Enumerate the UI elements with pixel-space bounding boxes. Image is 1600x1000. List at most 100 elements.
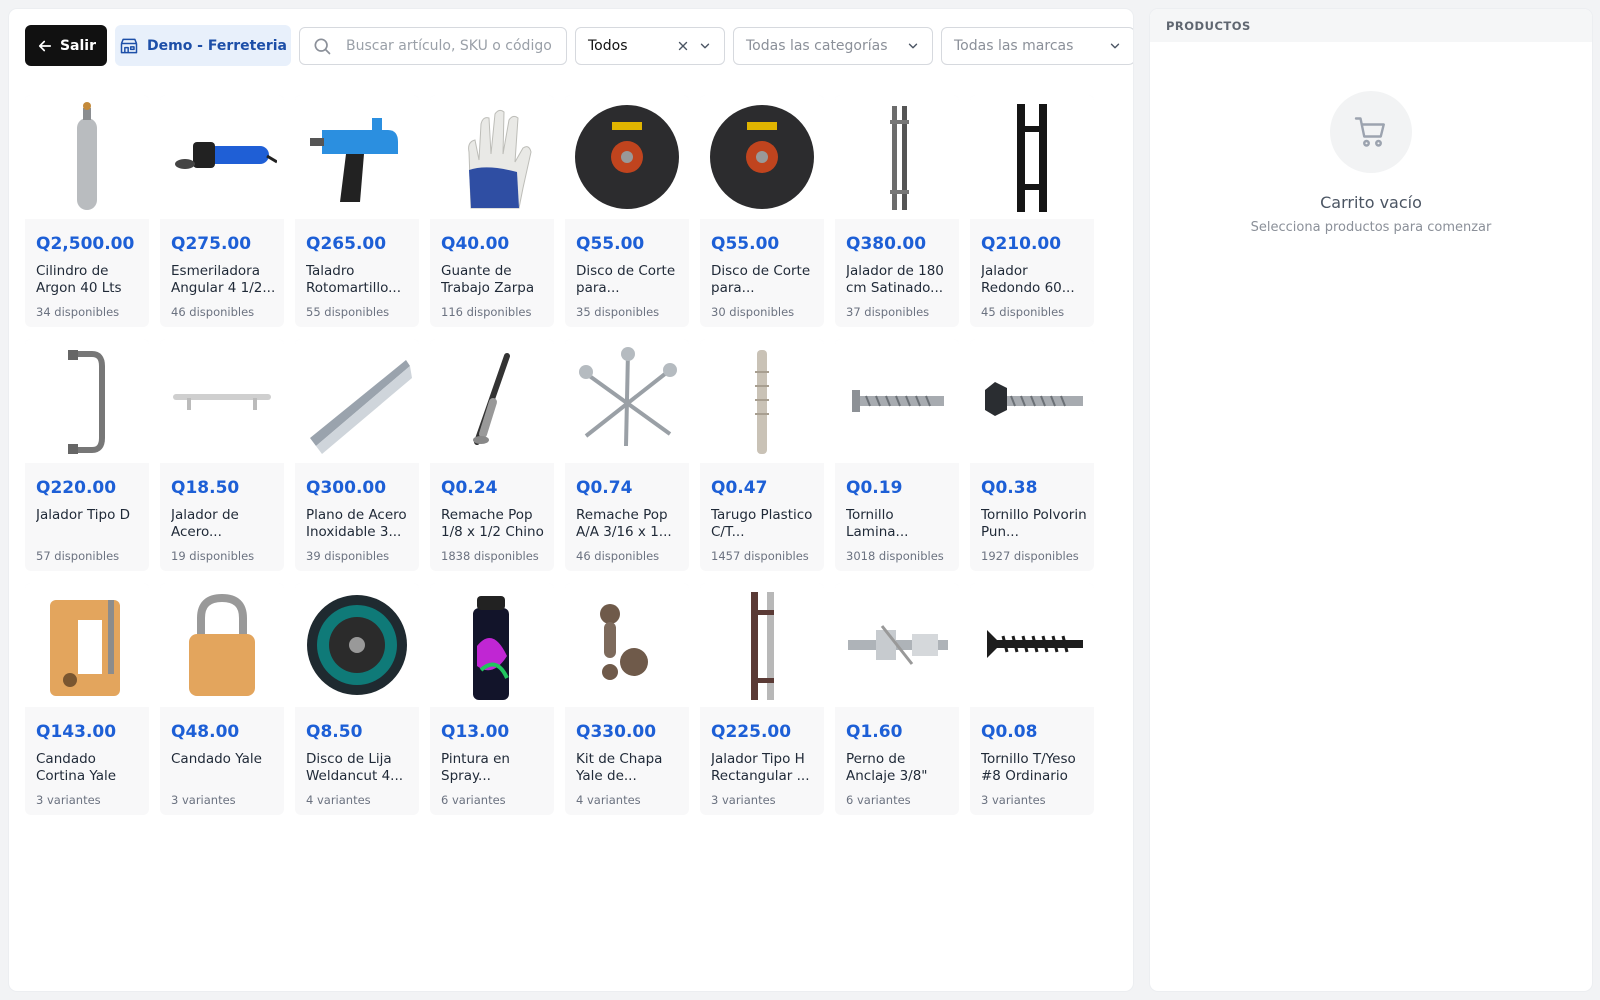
product-image xyxy=(25,95,149,219)
shutter-padlock-icon xyxy=(50,600,120,696)
store-icon xyxy=(120,38,138,53)
product-name: Disco de Corte para... xyxy=(711,263,811,296)
flap-disc-icon xyxy=(307,595,407,695)
product-card[interactable]: Q55.00 Disco de Corte para... 35 disponibl… xyxy=(565,95,689,327)
product-price: Q225.00 xyxy=(711,722,792,742)
product-card[interactable]: Q2,500.00 Cilindro de Argon 40 Lts 34 disp… xyxy=(25,95,149,327)
product-stock: 45 disponibles xyxy=(981,305,1065,319)
product-card[interactable]: Q300.00 Plano de Acero Inoxidable 3... 39 … xyxy=(295,339,419,571)
chevron-down-icon xyxy=(908,43,918,48)
brand-select[interactable]: Todas las marcas xyxy=(941,26,1133,65)
product-card[interactable]: Q40.00 Guante de Trabajo Zarpa 116 disponi… xyxy=(430,95,554,327)
search-input[interactable] xyxy=(346,37,554,54)
product-card[interactable]: Q265.00 Taladro Rotomartillo... 55 disponi… xyxy=(295,95,419,327)
product-card[interactable]: Q275.00 Esmeriladora Angular 4 1/2... 46 d… xyxy=(160,95,284,327)
store-selector[interactable]: Demo - Ferreteria xyxy=(115,25,291,66)
product-image xyxy=(700,95,824,219)
cutting-disc-icon xyxy=(575,105,679,209)
product-stock: 4 variantes xyxy=(576,793,641,807)
product-name: Disco de Lija Weldancut 4... xyxy=(306,751,404,784)
product-card[interactable]: Q0.47 Tarugo Plastico C/T... 1457 disponib… xyxy=(700,339,824,571)
product-card[interactable]: Q380.00 Jalador de 180 cm Satinado... 37 d… xyxy=(835,95,959,327)
arrow-left-icon xyxy=(38,40,52,51)
product-name: Disco de Corte para... xyxy=(576,263,676,296)
product-image xyxy=(565,583,689,707)
product-card[interactable]: Q210.00 Jalador Redondo 60... 45 disponibl… xyxy=(970,95,1094,327)
sheet-screw-icon xyxy=(852,390,944,412)
exit-button[interactable]: Salir xyxy=(25,25,107,66)
product-price: Q300.00 xyxy=(306,478,387,498)
clear-icon[interactable] xyxy=(676,39,690,53)
product-price: Q220.00 xyxy=(36,478,117,498)
rivet-icon xyxy=(473,353,510,445)
rivets-icon xyxy=(579,347,677,447)
product-stock: 46 disponibles xyxy=(171,305,255,319)
product-stock: 57 disponibles xyxy=(36,549,120,563)
angle-grinder-icon xyxy=(175,142,277,169)
product-image xyxy=(835,339,959,463)
product-card[interactable]: Q0.38 Tornillo Polvorin Pun... 1927 dispon… xyxy=(970,339,1094,571)
store-name: Demo - Ferreteria xyxy=(146,37,287,54)
search-box xyxy=(299,26,567,65)
drill-icon xyxy=(310,118,398,202)
wall-plug-icon xyxy=(755,350,769,454)
product-stock: 6 variantes xyxy=(846,793,911,807)
product-panel: Salir Demo - Ferreteria Todos Todas las … xyxy=(9,9,1133,991)
product-name: Jalador Tipo D xyxy=(36,507,131,523)
product-price: Q40.00 xyxy=(441,234,510,254)
lock-kit-icon xyxy=(600,604,648,680)
product-card[interactable]: Q55.00 Disco de Corte para... 30 disponibl… xyxy=(700,95,824,327)
cart-icon-container xyxy=(1330,91,1412,173)
product-name: Candado Yale xyxy=(171,751,262,767)
product-image xyxy=(430,583,554,707)
product-card[interactable]: Q0.74 Remache Pop A/A 3/16 x 1... 46 dispo… xyxy=(565,339,689,571)
product-card[interactable]: Q1.60 Perno de Anclaje 3/8" 6 variantes xyxy=(835,583,959,815)
product-card[interactable]: Q18.50 Jalador de Acero... 19 disponibles xyxy=(160,339,284,571)
product-name: Jalador de Acero... xyxy=(171,507,239,540)
product-image xyxy=(430,339,554,463)
product-name: Candado Cortina Yale xyxy=(36,751,117,784)
product-name: Tornillo Polvorin Pun... xyxy=(981,507,1087,540)
product-name: Remache Pop A/A 3/16 x 1... xyxy=(576,507,672,540)
product-card[interactable]: Q0.24 Remache Pop 1/8 x 1/2 Chino 1838 dis… xyxy=(430,339,554,571)
shopping-cart-icon xyxy=(1354,117,1385,147)
product-card[interactable]: Q143.00 Candado Cortina Yale 3 variantes xyxy=(25,583,149,815)
product-card[interactable]: Q225.00 Jalador Tipo H Rectangular ... 3 v… xyxy=(700,583,824,815)
product-price: Q48.00 xyxy=(171,722,240,742)
product-stock: 1927 disponibles xyxy=(981,549,1079,563)
product-card[interactable]: Q8.50 Disco de Lija Weldancut 4... 4 varia… xyxy=(295,583,419,815)
product-price: Q2,500.00 xyxy=(36,234,135,254)
product-stock: 35 disponibles xyxy=(576,305,660,319)
product-grid: Q2,500.00 Cilindro de Argon 40 Lts 34 disp… xyxy=(25,95,1094,815)
padlock-icon xyxy=(189,593,255,696)
product-name: Esmeriladora Angular 4 1/2... xyxy=(171,263,276,296)
product-card[interactable]: Q220.00 Jalador Tipo D 57 disponibles xyxy=(25,339,149,571)
product-price: Q143.00 xyxy=(36,722,117,742)
product-name: Tarugo Plastico C/T... xyxy=(711,507,813,540)
product-image xyxy=(295,95,419,219)
product-card[interactable]: Q13.00 Pintura en Spray... 6 variantes xyxy=(430,583,554,815)
d-handle-icon xyxy=(68,350,105,454)
product-price: Q8.50 xyxy=(306,722,363,742)
product-card[interactable]: Q0.08 Tornillo T/Yeso #8 Ordinario 3 varia… xyxy=(970,583,1094,815)
product-stock: 37 disponibles xyxy=(846,305,930,319)
product-price: Q275.00 xyxy=(171,234,252,254)
door-pull-icon xyxy=(890,106,909,210)
status-filter-select[interactable]: Todos xyxy=(575,26,725,65)
category-select[interactable]: Todas las categorías xyxy=(733,26,933,65)
product-card[interactable]: Q48.00 Candado Yale 3 variantes xyxy=(160,583,284,815)
product-name: Tornillo T/Yeso #8 Ordinario xyxy=(981,751,1076,784)
product-stock: 39 disponibles xyxy=(306,549,390,563)
product-name: Jalador Tipo H Rectangular ... xyxy=(711,751,810,784)
product-name: Jalador Redondo 60... xyxy=(981,263,1075,296)
product-price: Q13.00 xyxy=(441,722,510,742)
product-card[interactable]: Q0.19 Tornillo Lamina... 3018 disponibles xyxy=(835,339,959,571)
product-price: Q380.00 xyxy=(846,234,927,254)
product-image xyxy=(295,583,419,707)
cart-header: PRODUCTOS xyxy=(1150,9,1592,42)
product-image xyxy=(25,339,149,463)
product-price: Q265.00 xyxy=(306,234,387,254)
product-card[interactable]: Q330.00 Kit de Chapa Yale de... 4 variante… xyxy=(565,583,689,815)
category-placeholder: Todas las categorías xyxy=(746,37,888,54)
product-stock: 1838 disponibles xyxy=(441,549,539,563)
